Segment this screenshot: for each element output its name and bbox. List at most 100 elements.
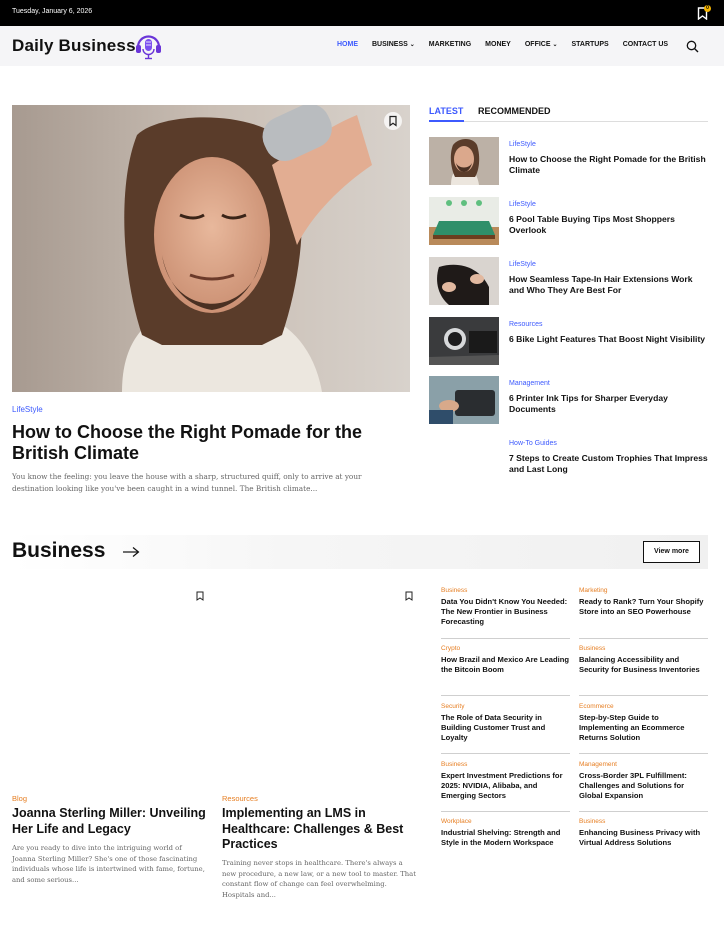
latest-thumbnail[interactable] (429, 317, 499, 365)
bookmark-icon[interactable] (196, 591, 204, 601)
latest-category[interactable]: How-To Guides (509, 440, 557, 447)
search-icon[interactable] (686, 40, 699, 53)
site-logo[interactable]: Daily Business (12, 36, 136, 56)
divider (579, 753, 708, 754)
hero-bookmark-button[interactable] (384, 112, 402, 130)
chevron-down-icon: ⌄ (409, 42, 415, 48)
list-item[interactable]: Resources 6 Bike Light Features That Boo… (429, 317, 708, 367)
mini-title[interactable]: Balancing Accessibility and Security for… (579, 655, 708, 675)
nav-item-business-label: BUSINESS (372, 41, 408, 48)
mini-category[interactable]: Workplace (441, 818, 570, 825)
mini-title[interactable]: Enhancing Business Privacy with Virtual … (579, 828, 708, 848)
list-item[interactable]: Management Cross-Border 3PL Fulfillment:… (579, 761, 708, 801)
nav-item-contact-us[interactable]: CONTACT US (623, 41, 668, 48)
hero-excerpt: You know the feeling: you leave the hous… (12, 472, 362, 493)
card-excerpt: Are you ready to dive into the intriguin… (12, 844, 205, 884)
mini-title[interactable]: Expert Investment Predictions for 2025: … (441, 771, 570, 801)
nav-item-business[interactable]: BUSINESS ⌄ (372, 41, 415, 48)
mini-category[interactable]: Security (441, 703, 570, 710)
mini-category[interactable]: Business (579, 645, 708, 652)
chevron-down-icon: ⌄ (552, 42, 558, 48)
list-item[interactable]: Business Data You Didn't Know You Needed… (441, 587, 570, 627)
mini-category[interactable]: Business (579, 818, 708, 825)
latest-title[interactable]: 6 Pool Table Buying Tips Most Shoppers O… (509, 214, 709, 236)
site-header: Daily Business HOME BUSINESS ⌄ MARKETING… (0, 26, 724, 66)
mini-title[interactable]: Data You Didn't Know You Needed: The New… (441, 597, 570, 627)
mini-title[interactable]: Industrial Shelving: Strength and Style … (441, 828, 570, 848)
list-item[interactable]: Crypto How Brazil and Mexico Are Leading… (441, 645, 570, 675)
view-more-button[interactable]: View more (643, 541, 700, 563)
divider (441, 811, 570, 812)
list-item[interactable]: Business Expert Investment Predictions f… (441, 761, 570, 801)
divider (441, 695, 570, 696)
list-item[interactable]: Business Balancing Accessibility and Sec… (579, 645, 708, 675)
mini-title[interactable]: Ready to Rank? Turn Your Shopify Store i… (579, 597, 708, 617)
list-item[interactable]: How-To Guides 7 Steps to Create Custom T… (429, 436, 708, 486)
bookmark-icon (389, 115, 397, 127)
latest-category[interactable]: Resources (509, 321, 542, 328)
latest-category[interactable]: LifeStyle (509, 261, 536, 268)
latest-category[interactable]: Management (509, 380, 550, 387)
list-item[interactable]: LifeStyle How Seamless Tape-In Hair Exte… (429, 257, 708, 307)
latest-category[interactable]: LifeStyle (509, 141, 536, 148)
mini-category[interactable]: Crypto (441, 645, 570, 652)
latest-thumbnail[interactable] (429, 137, 499, 185)
hero-title[interactable]: How to Choose the Right Pomade for the B… (12, 422, 402, 464)
latest-thumbnail[interactable] (429, 376, 499, 424)
list-item[interactable]: Security The Role of Data Security in Bu… (441, 703, 570, 743)
mini-category[interactable]: Marketing (579, 587, 708, 594)
latest-title[interactable]: How to Choose the Right Pomade for the B… (509, 154, 709, 176)
divider (579, 811, 708, 812)
divider (579, 638, 708, 639)
list-item[interactable]: Marketing Ready to Rank? Turn Your Shopi… (579, 587, 708, 617)
mini-title[interactable]: Step-by-Step Guide to Implementing an Ec… (579, 713, 708, 743)
main-nav: HOME BUSINESS ⌄ MARKETING MONEY OFFICE ⌄… (337, 41, 682, 48)
tab-recommended[interactable]: RECOMMENDED (478, 106, 551, 116)
nav-item-marketing[interactable]: MARKETING (429, 41, 471, 48)
list-item[interactable]: Management 6 Printer Ink Tips for Sharpe… (429, 376, 708, 426)
latest-thumbnail[interactable] (429, 197, 499, 245)
active-tab-indicator (429, 120, 464, 122)
nav-item-money[interactable]: MONEY (485, 41, 511, 48)
nav-item-home[interactable]: HOME (337, 41, 358, 48)
divider (441, 753, 570, 754)
mini-category[interactable]: Management (579, 761, 708, 768)
latest-title[interactable]: 7 Steps to Create Custom Trophies That I… (509, 453, 709, 475)
card-title[interactable]: Implementing an LMS in Healthcare: Chall… (222, 806, 422, 853)
card-category[interactable]: Resources (222, 794, 258, 803)
bookmark-count-badge: 0 (704, 5, 711, 12)
tab-latest[interactable]: LATEST (429, 106, 463, 116)
nav-item-startups[interactable]: STARTUPS (572, 41, 609, 48)
mini-title[interactable]: Cross-Border 3PL Fulfillment: Challenges… (579, 771, 708, 801)
latest-category[interactable]: LifeStyle (509, 201, 536, 208)
list-item[interactable]: LifeStyle 6 Pool Table Buying Tips Most … (429, 197, 708, 247)
latest-title[interactable]: How Seamless Tape-In Hair Extensions Wor… (509, 274, 709, 296)
card-title[interactable]: Joanna Sterling Miller: Unveiling Her Li… (12, 806, 217, 837)
divider (579, 695, 708, 696)
section-title[interactable]: Business (12, 539, 105, 563)
mini-category[interactable]: Business (441, 587, 570, 594)
bookmark-icon[interactable] (405, 591, 413, 601)
divider (441, 638, 570, 639)
list-item[interactable]: Workplace Industrial Shelving: Strength … (441, 818, 570, 848)
list-item[interactable]: Business Enhancing Business Privacy with… (579, 818, 708, 848)
arrow-right-icon[interactable] (122, 546, 140, 558)
latest-title[interactable]: 6 Printer Ink Tips for Sharper Everyday … (509, 393, 709, 415)
nav-item-office[interactable]: OFFICE ⌄ (525, 41, 558, 48)
list-item[interactable]: LifeStyle How to Choose the Right Pomade… (429, 137, 708, 187)
list-item[interactable]: Ecommerce Step-by-Step Guide to Implemen… (579, 703, 708, 743)
section-header-band (12, 535, 708, 569)
podcast-microphone-icon[interactable] (134, 31, 163, 61)
hero-image[interactable] (12, 105, 410, 392)
current-date: Tuesday, January 6, 2026 (12, 8, 93, 15)
hero-category[interactable]: LifeStyle (12, 405, 43, 414)
latest-thumbnail[interactable] (429, 257, 499, 305)
mini-category[interactable]: Ecommerce (579, 703, 708, 710)
mini-title[interactable]: How Brazil and Mexico Are Leading the Bi… (441, 655, 570, 675)
top-bar: Tuesday, January 6, 2026 0 (0, 0, 724, 26)
nav-item-office-label: OFFICE (524, 41, 551, 48)
mini-title[interactable]: The Role of Data Security in Building Cu… (441, 713, 570, 743)
card-category[interactable]: Blog (12, 794, 27, 803)
latest-title[interactable]: 6 Bike Light Features That Boost Night V… (509, 334, 709, 345)
mini-category[interactable]: Business (441, 761, 570, 768)
